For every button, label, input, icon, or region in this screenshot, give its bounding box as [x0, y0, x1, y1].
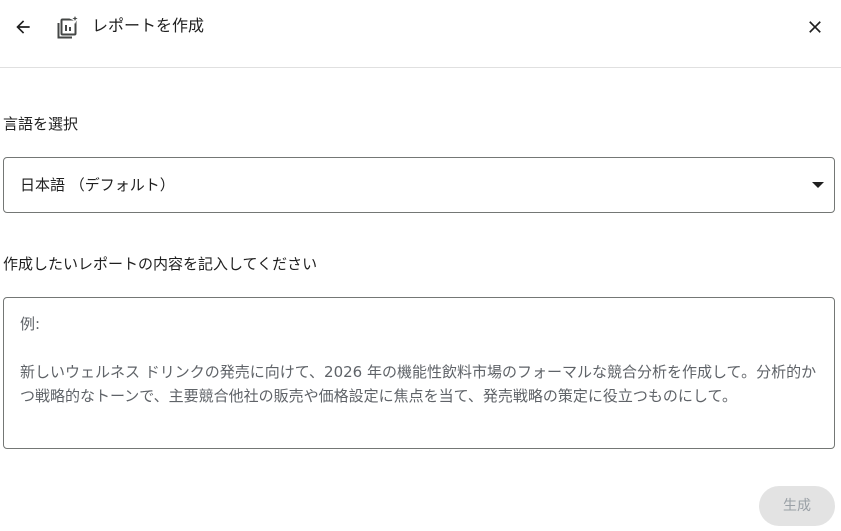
arrow-back-icon	[16, 20, 30, 34]
dialog-header: レポートを作成	[0, 0, 841, 68]
report-content-textarea[interactable]: 例: 新しいウェルネス ドリンクの発売に向けて、2026 年の機能性飲料市場のフ…	[3, 297, 835, 449]
language-select-value: 日本語 （デフォルト）	[20, 176, 175, 194]
language-select[interactable]: 日本語 （デフォルト）	[3, 157, 835, 213]
dropdown-arrow-icon	[812, 182, 824, 188]
report-content-label: 作成したいレポートの内容を記入してください	[3, 255, 318, 273]
close-icon	[809, 21, 821, 33]
close-button[interactable]	[802, 14, 828, 40]
language-label: 言語を選択	[3, 115, 79, 133]
report-sparkle-icon	[55, 12, 81, 40]
generate-button[interactable]: 生成	[759, 486, 835, 526]
back-button[interactable]	[10, 14, 36, 40]
report-content-placeholder: 例: 新しいウェルネス ドリンクの発売に向けて、2026 年の機能性飲料市場のフ…	[20, 315, 817, 405]
dialog-title: レポートを作成	[92, 16, 205, 35]
